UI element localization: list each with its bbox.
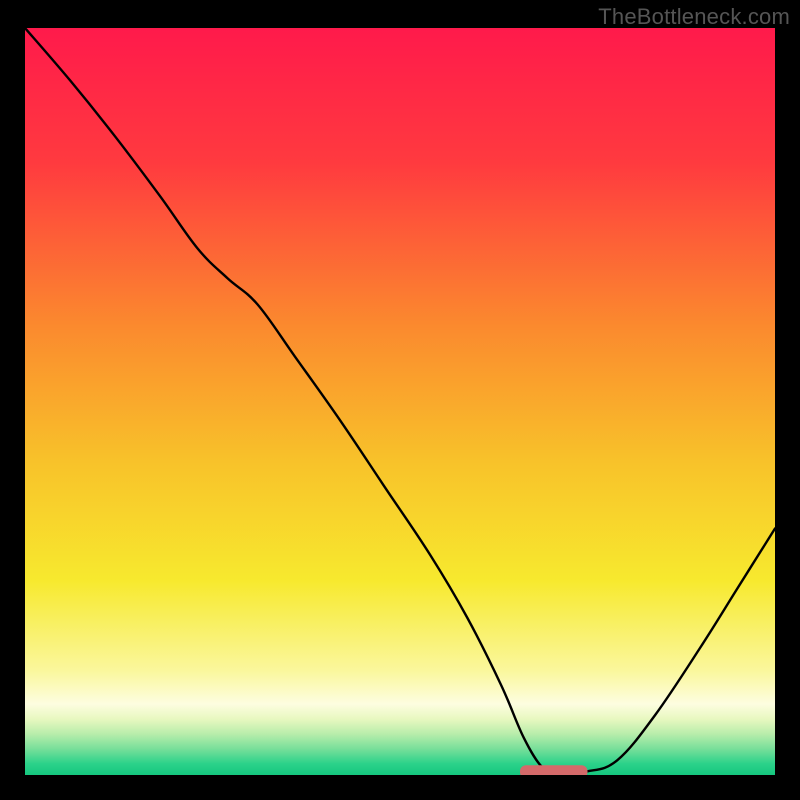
chart-frame: TheBottleneck.com <box>0 0 800 800</box>
gradient-background <box>25 28 775 775</box>
optimum-marker <box>520 765 588 775</box>
bottleneck-chart <box>25 28 775 775</box>
plot-area <box>25 28 775 775</box>
watermark-label: TheBottleneck.com <box>598 4 790 30</box>
